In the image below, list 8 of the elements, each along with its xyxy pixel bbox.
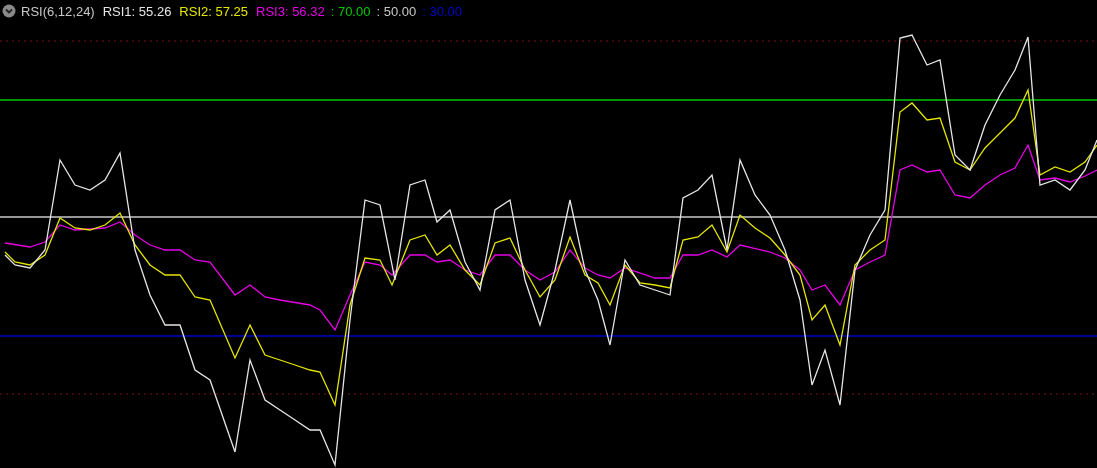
level-value: : 50.00 bbox=[376, 3, 417, 19]
level-value: : 30.00 bbox=[422, 3, 462, 19]
series-value: RSI1: 55.26 bbox=[102, 3, 172, 19]
indicator-title: RSI(6,12,24) bbox=[21, 3, 95, 19]
level-value: : 70.00 bbox=[330, 3, 371, 19]
series-value: RSI3: 56.32 bbox=[256, 3, 325, 19]
collapse-icon[interactable] bbox=[2, 4, 16, 18]
series-value: RSI2: 57.25 bbox=[179, 3, 248, 19]
